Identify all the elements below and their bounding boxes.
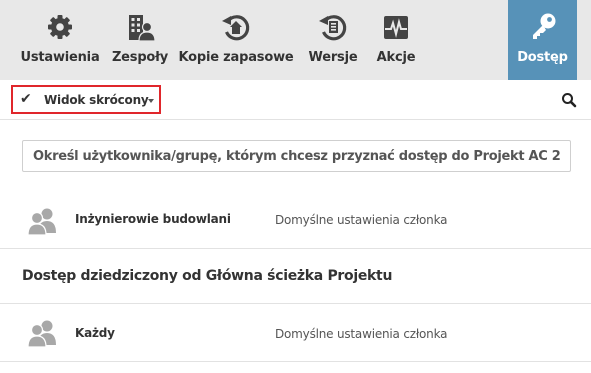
top-toolbar: Ustawienia Zespoły Kopie zapasowe Wersje… [0,0,591,80]
list-item[interactable]: Każdy Domyślne ustawienia członka [0,305,591,361]
tab-teams[interactable]: Zespoły [108,0,172,80]
search-icon [562,93,577,108]
tab-access[interactable]: Dostęp [508,0,577,80]
divider [0,248,591,249]
tab-settings[interactable]: Ustawienia [14,0,106,80]
list-item[interactable]: Inżynierowie budowlani Domyślne ustawien… [0,195,591,247]
view-mode-dropdown[interactable]: ✔ Widok skrócony [11,85,161,114]
tab-label: Wersje [308,50,358,65]
gear-icon [43,10,77,44]
tab-actions[interactable]: Akcje [366,0,426,80]
user-group-search-field-wrapper [22,140,571,172]
caret-down-icon [148,99,154,103]
versions-history-icon [316,10,350,44]
group-icon [26,319,60,348]
key-icon [526,10,560,44]
tab-label: Dostęp [517,50,568,65]
view-mode-label: Widok skrócony [44,93,149,107]
search-button[interactable] [560,91,578,109]
member-role: Domyślne ustawienia członka [275,213,448,227]
sub-toolbar: ✔ Widok skrócony [0,80,591,120]
inherited-access-heading: Dostęp dziedziczony od Główna ścieżka Pr… [22,268,393,284]
checkmark-icon: ✔ [20,91,32,107]
user-group-search-input[interactable] [23,141,570,171]
tab-backups[interactable]: Kopie zapasowe [176,0,296,80]
divider [0,361,591,362]
member-name: Inżynierowie budowlani [75,212,231,226]
tab-versions[interactable]: Wersje [304,0,362,80]
tab-label: Akcje [376,50,416,65]
divider [0,303,591,304]
team-building-icon [123,10,157,44]
backup-restore-icon [219,10,253,44]
member-role: Domyślne ustawienia członka [275,327,448,341]
group-icon [26,207,60,236]
activity-pulse-icon [379,10,413,44]
tab-label: Zespoły [111,50,169,65]
member-name: Każdy [75,326,115,340]
tab-label: Kopie zapasowe [178,50,294,65]
tab-label: Ustawienia [20,50,100,65]
